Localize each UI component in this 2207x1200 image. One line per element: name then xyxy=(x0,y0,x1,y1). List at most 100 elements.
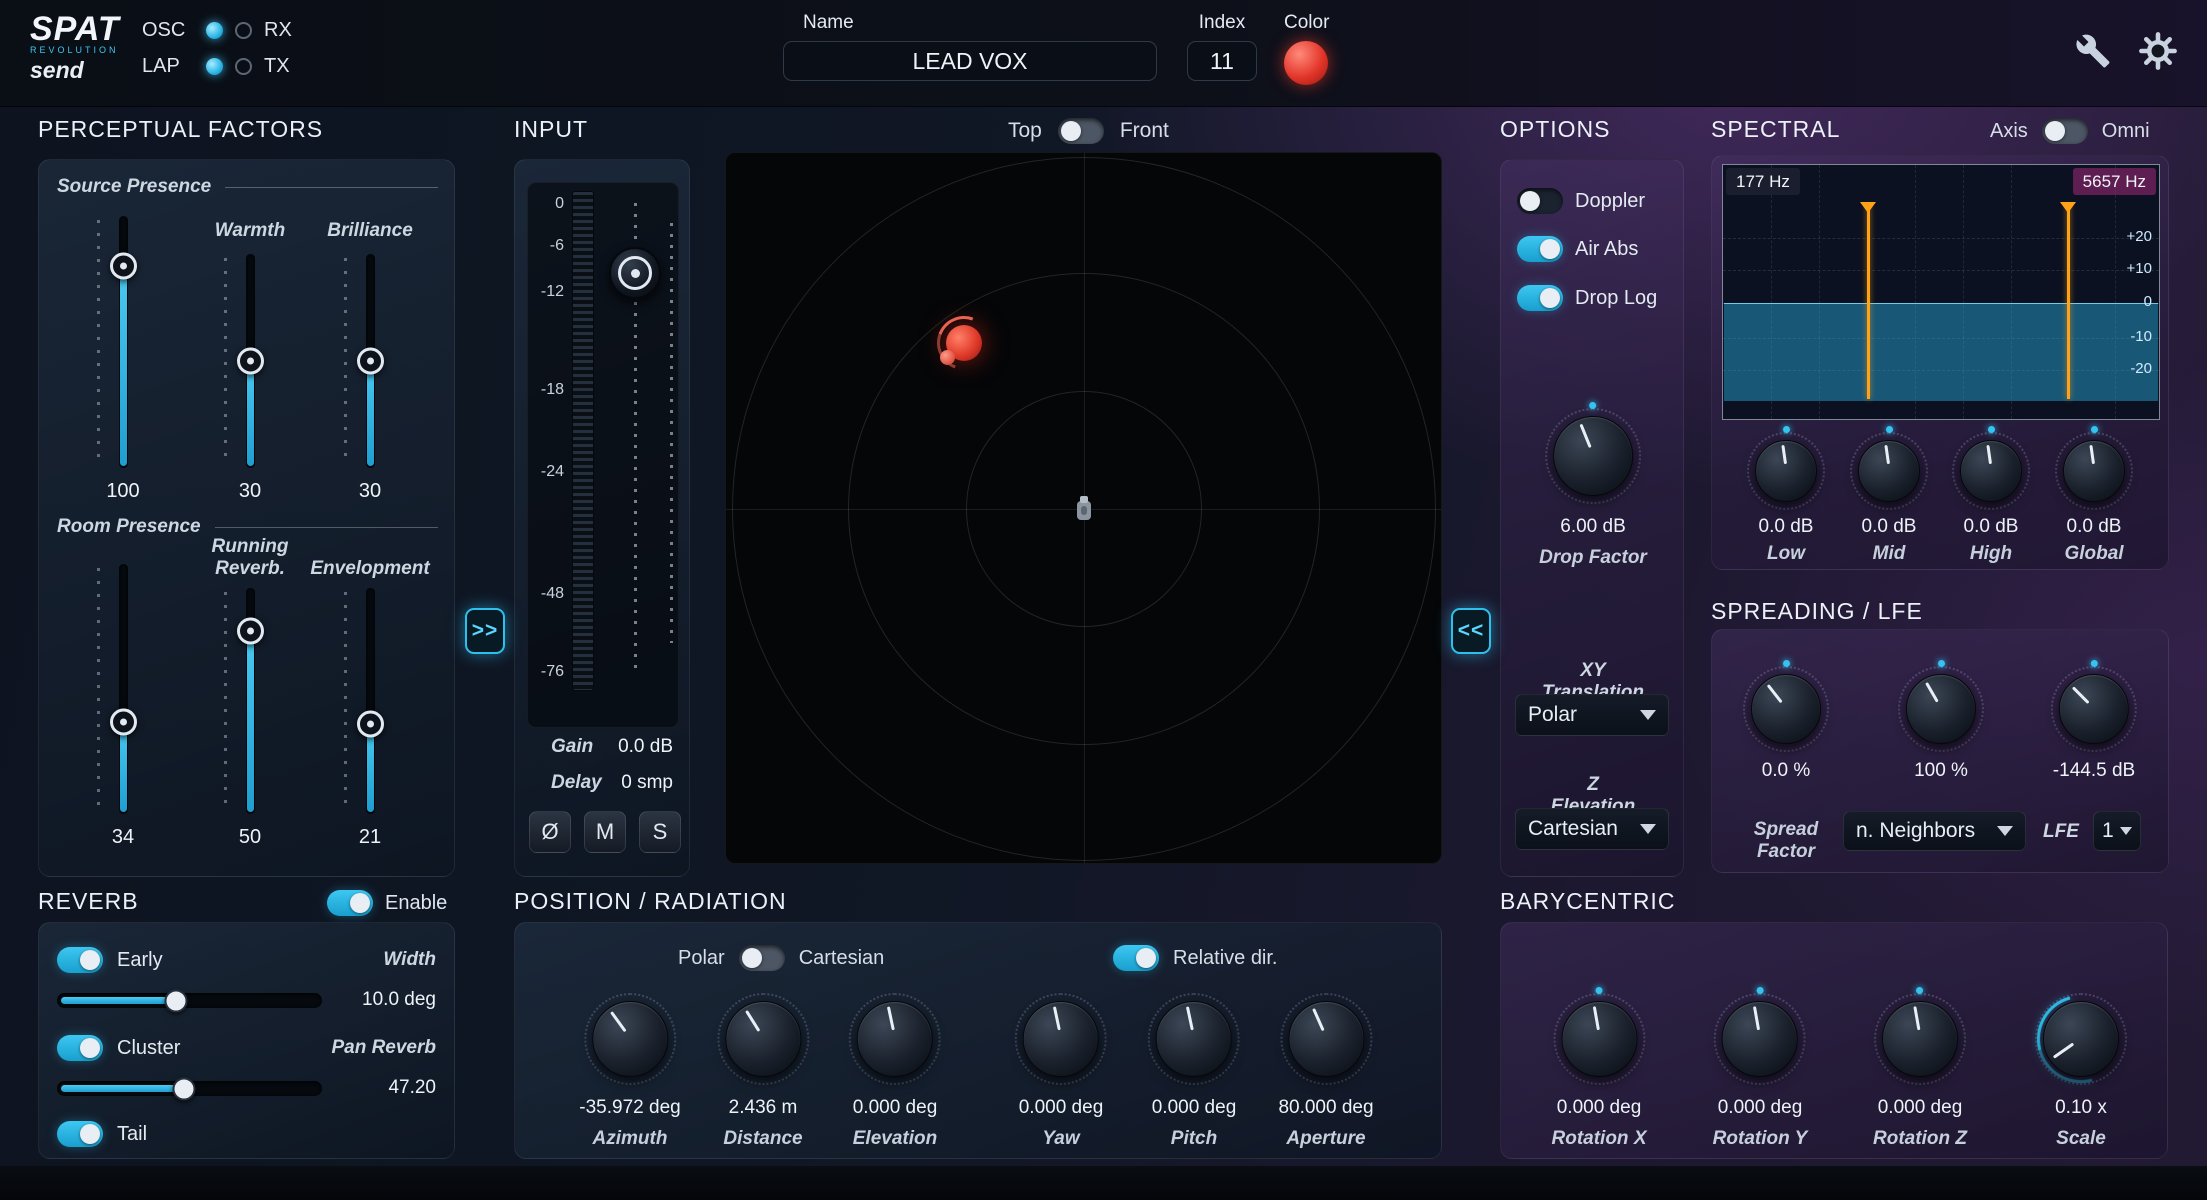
polar-label[interactable]: Polar xyxy=(678,947,725,970)
rotation-y-knob[interactable] xyxy=(1722,1001,1798,1077)
lfe-select[interactable]: 1 xyxy=(2093,811,2141,851)
db-label-p10: +10 xyxy=(2127,260,2152,277)
envelopment-handle[interactable] xyxy=(357,710,384,737)
name-input[interactable]: LEAD VOX xyxy=(783,41,1157,81)
neighbors-knob[interactable] xyxy=(1906,674,1976,744)
input-meter-area: 0 -6 -12 -18 -24 -48 -76 xyxy=(527,182,679,728)
low-freq-marker[interactable] xyxy=(1867,205,1870,399)
warmth-label: Warmth xyxy=(215,220,285,242)
top-view-label[interactable]: Top xyxy=(1008,119,1042,143)
solo-button[interactable]: S xyxy=(639,811,681,853)
osc-led[interactable] xyxy=(206,22,223,39)
axis-label[interactable]: Axis xyxy=(1990,120,2028,143)
rotation-x-value: 0.000 deg xyxy=(1557,1097,1642,1119)
chevron-down-icon xyxy=(2120,827,2132,835)
neighbors-select[interactable]: n. Neighbors xyxy=(1843,811,2026,851)
room-presence-section: Room Presence xyxy=(57,516,438,538)
tx-led[interactable] xyxy=(235,58,252,75)
mid-knob[interactable] xyxy=(1858,440,1920,502)
view-mode-toggle-row: Top Front xyxy=(1008,118,1169,144)
neighbors-knob-group: 100 % xyxy=(1906,674,1976,782)
phase-button[interactable]: Ø xyxy=(529,811,571,853)
mute-button[interactable]: M xyxy=(584,811,626,853)
high-freq-marker[interactable] xyxy=(2067,205,2070,399)
lap-led[interactable] xyxy=(206,58,223,75)
brilliance-slider[interactable] xyxy=(342,254,398,468)
name-label: Name xyxy=(803,12,1157,34)
source-presence-handle[interactable] xyxy=(110,253,137,280)
width-handle[interactable] xyxy=(165,989,188,1012)
distance-knob[interactable] xyxy=(725,1001,801,1077)
position-panel: Polar Cartesian Relative dir. -35.972 de… xyxy=(514,922,1442,1159)
low-knob[interactable] xyxy=(1755,440,1817,502)
lap-label: LAP xyxy=(142,55,194,78)
polar-cartesian-toggle[interactable] xyxy=(739,945,785,971)
coord-mode-row: Polar Cartesian xyxy=(678,945,884,971)
spread-factor-value: 0.0 % xyxy=(1762,760,1811,782)
top-front-toggle[interactable] xyxy=(1058,118,1104,144)
high-knob[interactable] xyxy=(1960,440,2022,502)
early-row: Early xyxy=(57,947,163,973)
scale-label: Scale xyxy=(2056,1128,2106,1150)
elevation-knob[interactable] xyxy=(857,1001,933,1077)
running-reverb-slider[interactable] xyxy=(222,588,278,814)
z-elevation-select[interactable]: Cartesian xyxy=(1515,808,1669,850)
xy-translation-select[interactable]: Polar xyxy=(1515,694,1669,736)
early-toggle[interactable] xyxy=(57,947,103,973)
doppler-toggle[interactable] xyxy=(1517,188,1563,214)
brilliance-handle[interactable] xyxy=(357,348,384,375)
omni-label[interactable]: Omni xyxy=(2102,120,2150,143)
input-gain-fader[interactable] xyxy=(609,247,661,299)
rx-led[interactable] xyxy=(235,22,252,39)
aperture-knob[interactable] xyxy=(1288,1001,1364,1077)
envelopment-label: Envelopment xyxy=(310,558,429,580)
cartesian-label[interactable]: Cartesian xyxy=(799,947,885,970)
wrench-icon[interactable] xyxy=(2075,33,2111,69)
room-presence-handle[interactable] xyxy=(110,708,137,735)
doppler-label: Doppler xyxy=(1575,190,1645,213)
gain-value: 0.0 dB xyxy=(618,736,673,758)
warmth-slider[interactable] xyxy=(222,254,278,468)
tail-toggle[interactable] xyxy=(57,1121,103,1147)
drop-factor-knob[interactable] xyxy=(1553,416,1633,496)
pitch-knob[interactable] xyxy=(1156,1001,1232,1077)
spatial-view[interactable] xyxy=(725,152,1442,864)
pan-reverb-slider[interactable] xyxy=(57,1081,322,1096)
envelopment-slider[interactable] xyxy=(342,588,398,814)
front-view-label[interactable]: Front xyxy=(1120,119,1169,143)
expand-left-button[interactable]: >> xyxy=(465,608,505,654)
neighbors-knob-value: 100 % xyxy=(1914,760,1968,782)
warmth-handle[interactable] xyxy=(237,348,264,375)
expand-right-button[interactable]: << xyxy=(1451,608,1491,654)
drop-log-toggle[interactable] xyxy=(1517,285,1563,311)
scale-knob[interactable] xyxy=(2043,1001,2119,1077)
gear-icon[interactable] xyxy=(2137,30,2179,72)
reverb-enable-toggle[interactable] xyxy=(327,890,373,916)
color-group: Color xyxy=(1284,12,1329,85)
cluster-toggle[interactable] xyxy=(57,1035,103,1061)
scale-value: 0.10 x xyxy=(2055,1097,2107,1119)
elevation-knob-group: 0.000 deg Elevation xyxy=(853,1001,938,1150)
global-knob[interactable] xyxy=(2063,440,2125,502)
color-picker[interactable] xyxy=(1284,41,1328,85)
source-presence-slider[interactable] xyxy=(95,216,151,468)
rotation-z-knob[interactable] xyxy=(1882,1001,1958,1077)
source-object[interactable] xyxy=(946,325,982,361)
azimuth-knob[interactable] xyxy=(592,1001,668,1077)
air-abs-toggle[interactable] xyxy=(1517,236,1563,262)
room-presence-slider[interactable] xyxy=(95,564,151,814)
rotation-x-knob[interactable] xyxy=(1561,1001,1637,1077)
rotation-z-label: Rotation Z xyxy=(1873,1128,1967,1150)
axis-omni-toggle[interactable] xyxy=(2042,118,2088,144)
relative-dir-toggle[interactable] xyxy=(1113,945,1159,971)
pan-reverb-handle[interactable] xyxy=(173,1077,196,1100)
tail-row: Tail xyxy=(57,1121,147,1147)
spectral-plot[interactable]: 177 Hz 5657 Hz +20 +10 0 -10 -20 xyxy=(1722,164,2160,420)
spread-factor-knob[interactable] xyxy=(1751,674,1821,744)
index-input[interactable]: 11 xyxy=(1187,41,1257,81)
yaw-value: 0.000 deg xyxy=(1019,1097,1104,1119)
yaw-knob[interactable] xyxy=(1023,1001,1099,1077)
width-slider[interactable] xyxy=(57,993,322,1008)
lfe-knob[interactable] xyxy=(2059,674,2129,744)
running-reverb-handle[interactable] xyxy=(237,617,264,644)
